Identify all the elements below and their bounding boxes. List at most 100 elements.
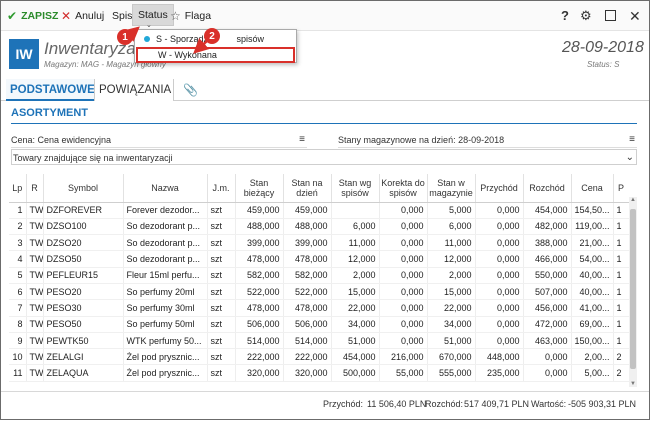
table-row[interactable]: 8 TW PESO50 So perfumy 50ml szt 506,000 506,00… (9, 316, 629, 333)
table-row[interactable]: 2 TW DZSO100 So dezodorant p... szt 488,000 48… (9, 218, 629, 236)
table-cell: So perfumy 30ml (123, 299, 208, 317)
x-icon: ✕ (61, 9, 72, 23)
chevron-down-icon[interactable]: ⌄ (626, 150, 634, 166)
scroll-up-icon[interactable]: ▲ (629, 197, 637, 203)
table-cell: 11,000 (331, 234, 380, 252)
table-cell: 507,000 (523, 283, 572, 301)
table-cell: So dezodorant p... (123, 250, 208, 268)
table-cell: 5,000 (427, 202, 476, 219)
table-row[interactable]: 7 TW PESO30 So perfumy 30ml szt 478,000 478,00… (9, 299, 629, 317)
column-header[interactable]: Korekta do spisów (379, 174, 428, 203)
table-cell: Żel pod prysznic... (123, 364, 208, 382)
annotation-badge-1: 1 (117, 29, 133, 45)
help-icon[interactable]: ? (561, 8, 569, 24)
table-row[interactable]: 1 TW DZFOREVER Forever dezodor... szt 459,000… (9, 202, 629, 219)
column-header[interactable]: J.m. (207, 174, 236, 203)
table-cell: 482,000 (523, 218, 572, 236)
paperclip-icon[interactable]: 📎 (179, 79, 202, 101)
stock-date-filter[interactable]: Stany magazynowe na dzień: 28-09-2018 ≡ (338, 132, 637, 148)
table-cell: 12,000 (427, 250, 476, 268)
table-cell: 2 (613, 348, 629, 366)
table-row[interactable]: 9 TW PEWTK50 WTK perfumy 50... szt 514,000 514… (9, 332, 629, 350)
table-cell: 40,00... (571, 283, 614, 301)
table-cell: szt (207, 348, 236, 366)
status-button[interactable]: Status ⌄ (132, 4, 174, 29)
table-row[interactable]: 6 TW PESO20 So perfumy 20ml szt 522,000 522,00… (9, 283, 629, 301)
value-amount: -505 903,31 PLN (568, 399, 637, 409)
table-cell: PESO20 (43, 283, 124, 301)
table-row[interactable]: 10 TW ZELALGI Żel pod prysznic... szt 222,000… (9, 348, 629, 366)
status-option-w-label: W - Wykonana (158, 50, 217, 60)
table-row[interactable]: 5 TW PEFLEUR15 Fleur 15ml perfu... szt 582,00… (9, 267, 629, 284)
outgoing-value: 517 409,71 PLN (464, 399, 530, 409)
menu-icon[interactable]: ≡ (629, 132, 635, 148)
menu-icon[interactable]: ≡ (299, 132, 305, 148)
column-header[interactable]: Nazwa (123, 174, 208, 203)
status-option-w[interactable]: W - Wykonana (136, 47, 295, 63)
table-cell: 478,000 (235, 299, 284, 317)
table-row[interactable]: 11 TW ZELAQUA Żel pod prysznic... szt 320,000… (9, 364, 629, 382)
table-row[interactable]: 4 TW DZSO50 So dezodorant p... szt 478,000 478… (9, 250, 629, 268)
table-cell: 2 (613, 364, 629, 382)
tab-podstawowe[interactable]: PODSTAWOWE (6, 79, 99, 101)
column-header[interactable]: Stan wg spisów (331, 174, 380, 203)
column-header[interactable]: Lp (9, 174, 27, 203)
column-header[interactable]: R (26, 174, 44, 203)
table-cell: 51,000 (331, 332, 380, 350)
scroll-down-icon[interactable]: ▼ (629, 381, 637, 387)
cancel-button[interactable]: ✕ Anuluj (61, 8, 104, 24)
column-header[interactable]: Stan w magazynie (427, 174, 476, 203)
table-cell: 222,000 (283, 348, 332, 366)
table-cell: 1 (613, 267, 629, 284)
column-header[interactable]: Stan bieżący (235, 174, 284, 203)
gear-icon[interactable]: ⚙ (580, 8, 592, 24)
maximize-icon[interactable] (605, 10, 616, 21)
flaga-button[interactable]: ☆ Flaga (170, 8, 211, 24)
table-cell: 21,00... (571, 234, 614, 252)
chevron-down-icon: ⌄ (146, 22, 152, 29)
document-logo: IW (9, 39, 39, 69)
column-header[interactable]: Stan na dzień (283, 174, 332, 203)
table-cell: TW (26, 234, 44, 252)
column-header[interactable]: P (613, 174, 629, 203)
table-cell: 506,000 (235, 316, 284, 333)
spis-button[interactable]: Spis (112, 8, 132, 24)
table-cell: 69,00... (571, 316, 614, 333)
table-cell: DZSO20 (43, 234, 124, 252)
table-cell: 0,000 (475, 267, 524, 284)
column-header[interactable]: Przychód (475, 174, 524, 203)
column-header[interactable]: Symbol (43, 174, 124, 203)
table-cell: So perfumy 20ml (123, 283, 208, 301)
table-row[interactable]: 3 TW DZSO20 So dezodorant p... szt 399,000 399… (9, 234, 629, 252)
scrollbar-thumb[interactable] (630, 209, 636, 369)
table-cell: 0,000 (475, 332, 524, 350)
table-cell: PESO50 (43, 316, 124, 333)
table-cell: 154,50... (571, 202, 614, 219)
table-cell: Żel pod prysznic... (123, 348, 208, 366)
items-filter-select[interactable]: Towary znajdujące się na inwentaryzacji … (11, 149, 637, 165)
spis-label: Spis (112, 10, 133, 22)
table-cell: So dezodorant p... (123, 234, 208, 252)
table-cell: 22,000 (427, 299, 476, 317)
column-header[interactable]: Cena (571, 174, 614, 203)
vertical-scrollbar[interactable]: ▲ ▼ (629, 197, 637, 387)
table-cell: DZSO50 (43, 250, 124, 268)
close-icon[interactable]: ✕ (629, 8, 641, 24)
table-cell: 448,000 (475, 348, 524, 366)
price-filter[interactable]: Cena: Cena ewidencyjna ≡ (11, 132, 307, 148)
column-header[interactable]: Rozchód (523, 174, 572, 203)
table-cell: 1 (9, 202, 27, 219)
table-cell: 40,00... (571, 267, 614, 284)
table-cell: 15,000 (331, 283, 380, 301)
star-icon: ☆ (170, 9, 181, 23)
items-filter-label: Towary znajdujące się na inwentaryzacji (13, 153, 173, 163)
app-window: ✔ ZAPISZ ✕ Anuluj Spis Status ⌄ ☆ Flaga … (0, 0, 650, 420)
tab-powiazania[interactable]: POWIĄZANIA (94, 79, 174, 101)
table-cell: TW (26, 218, 44, 236)
table-cell: 2,000 (331, 267, 380, 284)
table-cell: 456,000 (523, 299, 572, 317)
annotation-badge-2: 2 (204, 28, 220, 44)
table-cell: TW (26, 364, 44, 382)
table-cell: szt (207, 202, 236, 219)
save-button[interactable]: ✔ ZAPISZ (7, 8, 58, 24)
